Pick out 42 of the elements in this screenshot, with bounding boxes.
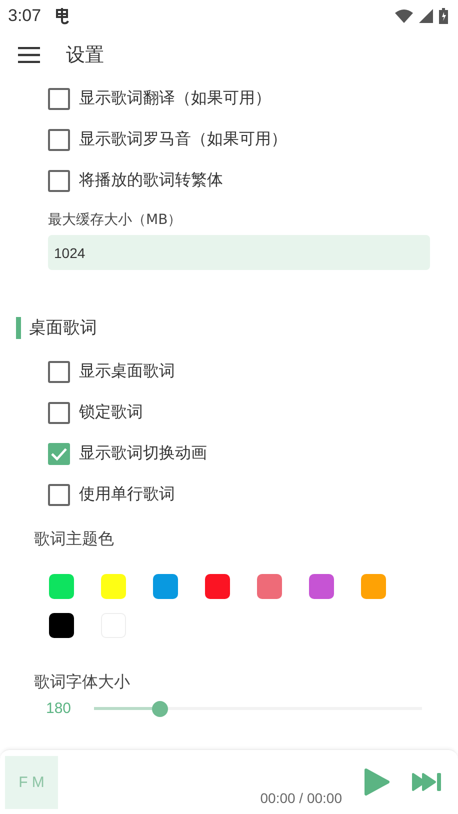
section-title: 桌面歌词 <box>29 317 97 339</box>
checkbox[interactable] <box>48 442 70 464</box>
color-swatch[interactable] <box>361 574 386 599</box>
checkbox-label[interactable]: 显示歌词切换动画 <box>79 443 207 464</box>
battery-icon <box>439 8 448 24</box>
checkbox[interactable] <box>48 88 70 110</box>
skip-next-icon <box>412 772 442 792</box>
checkbox-label[interactable]: 将播放的歌词转繁体 <box>79 170 223 191</box>
page-title: 设置 <box>66 43 104 68</box>
color-swatch[interactable] <box>153 574 178 599</box>
color-swatch[interactable] <box>101 574 126 599</box>
wifi-icon <box>395 9 413 23</box>
slider-value: 180 <box>46 700 72 717</box>
play-button[interactable] <box>364 768 390 796</box>
color-swatch[interactable] <box>309 574 334 599</box>
checkbox[interactable] <box>48 360 70 382</box>
next-button[interactable] <box>412 772 442 792</box>
status-time: 3:07 <box>8 6 42 26</box>
play-icon <box>364 768 390 796</box>
slider-thumb[interactable] <box>152 700 168 716</box>
checkbox-label[interactable]: 显示桌面歌词 <box>79 361 175 382</box>
checkbox[interactable] <box>48 402 70 424</box>
color-swatch[interactable] <box>49 613 74 638</box>
setting-label: 歌词字体大小 <box>33 671 131 693</box>
section-marker <box>16 316 21 338</box>
signal-icon <box>419 9 433 23</box>
color-swatch[interactable] <box>49 574 74 599</box>
check-icon <box>51 446 67 460</box>
checkbox[interactable] <box>48 128 70 150</box>
checkbox-label[interactable]: 锁定歌词 <box>79 402 143 423</box>
checkbox-label[interactable]: 使用单行歌词 <box>79 484 175 505</box>
checkbox[interactable] <box>48 484 70 506</box>
input-field[interactable]: 1024 <box>48 235 430 270</box>
checkbox[interactable] <box>48 170 70 192</box>
playback-time: 00:00 / 00:00 <box>260 790 342 806</box>
color-swatch[interactable] <box>257 574 282 599</box>
checkbox-label[interactable]: 显示歌词罗马音（如果可用） <box>79 129 287 150</box>
setting-label: 歌词主题色 <box>33 528 115 550</box>
checkbox-label[interactable]: 显示歌词翻译（如果可用） <box>79 88 271 109</box>
field-label: 最大缓存大小（MB） <box>47 211 183 230</box>
menu-icon[interactable] <box>18 47 40 63</box>
color-swatch[interactable] <box>205 574 230 599</box>
